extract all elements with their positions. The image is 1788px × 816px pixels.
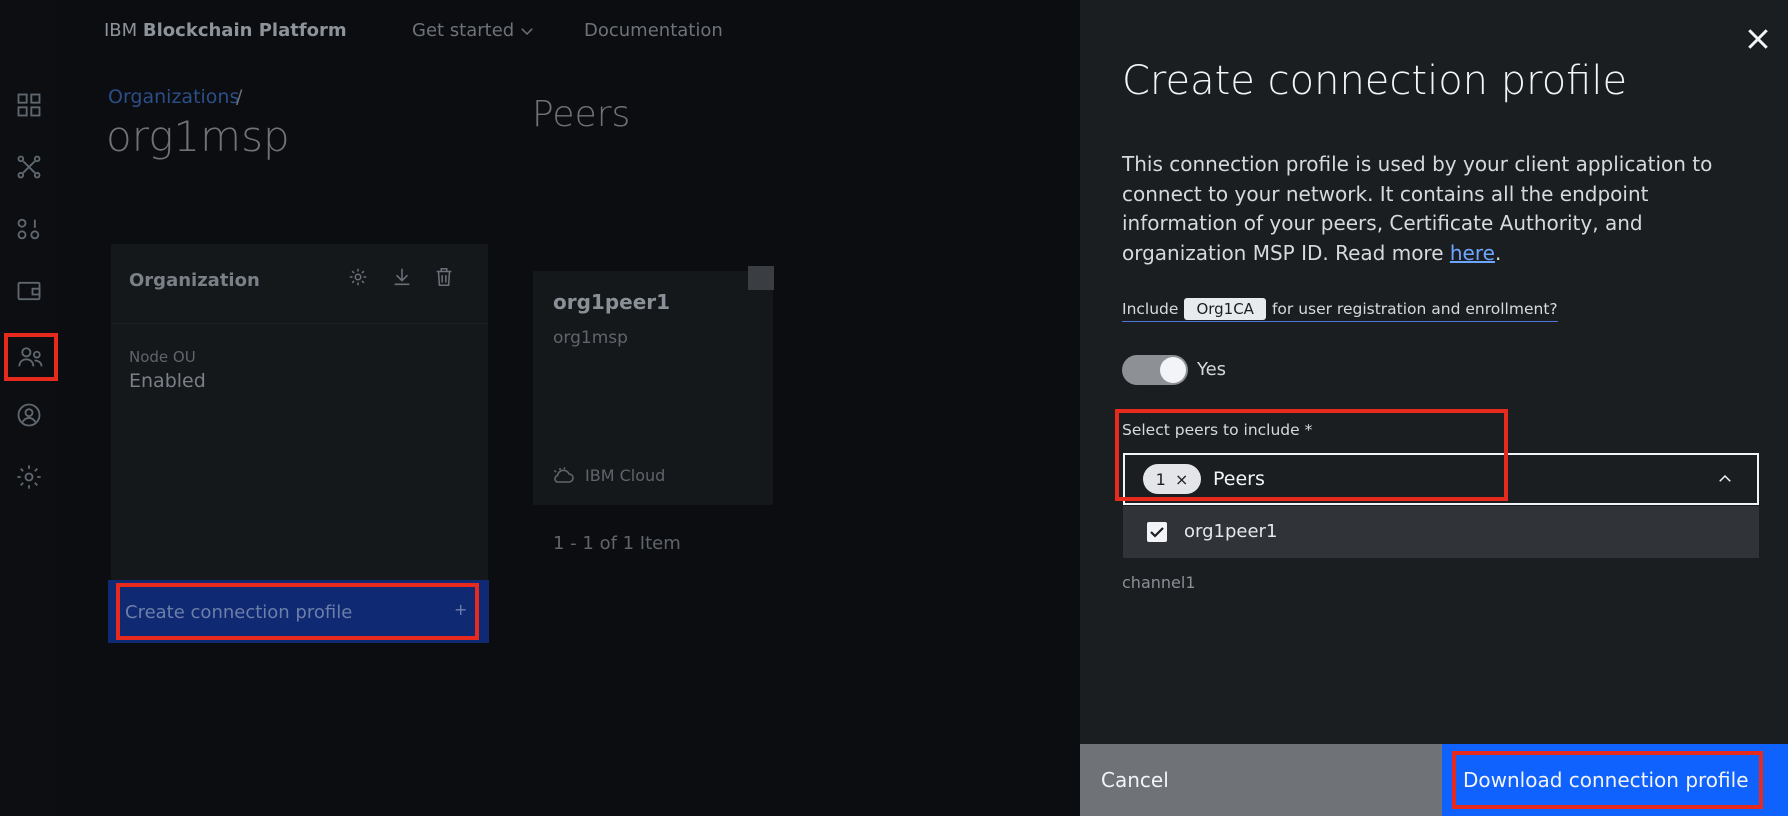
panel-description-end: .: [1494, 240, 1502, 265]
pagination-info: 1 - 1 of 1 Item: [553, 533, 681, 554]
checkbox-checked-icon[interactable]: [1147, 522, 1167, 542]
wallet-icon[interactable]: [10, 272, 48, 310]
organization-card-title: Organization: [129, 270, 260, 291]
binary-icon[interactable]: [10, 210, 48, 248]
read-more-link[interactable]: here: [1450, 241, 1495, 265]
settings-icon[interactable]: [347, 266, 373, 292]
peers-section-title: Peers: [532, 94, 631, 135]
cloud-icon: [551, 464, 575, 488]
trash-icon[interactable]: [433, 266, 459, 292]
toggle-label: Yes: [1197, 359, 1227, 380]
toggle-knob: [1160, 357, 1186, 383]
cancel-button-label: Cancel: [1101, 768, 1169, 792]
users-icon[interactable]: [4, 333, 58, 381]
organization-card: Organization Node OU Enabled: [111, 244, 488, 580]
peer-card-corner-marker: [748, 266, 774, 290]
node-ou-value: Enabled: [129, 370, 206, 392]
app-root: IBM Blockchain Platform Get started Docu…: [0, 0, 1788, 816]
brand-prefix: IBM: [104, 20, 138, 41]
selected-count: 1: [1155, 469, 1166, 489]
page-title: org1msp: [106, 112, 290, 161]
include-ca-tooltip-trigger[interactable]: Include Org1CA for user registration and…: [1122, 296, 1558, 322]
peer-name: org1peer1: [553, 290, 671, 314]
sidebar-rail: [0, 0, 58, 816]
ca-tag: Org1CA: [1184, 297, 1266, 320]
dashboard-grid-icon[interactable]: [10, 86, 48, 124]
user-circle-icon[interactable]: [10, 396, 48, 434]
select-peers-placeholder: Peers: [1213, 468, 1265, 490]
brand-name: Blockchain Platform: [142, 20, 347, 41]
nav-get-started[interactable]: Get started: [412, 20, 514, 41]
top-header: IBM Blockchain Platform Get started Docu…: [56, 0, 1080, 64]
create-connection-profile-label: Create connection profile: [125, 602, 353, 623]
breadcrumb-organizations[interactable]: Organizations: [108, 86, 239, 108]
brand-logo[interactable]: IBM Blockchain Platform: [104, 20, 347, 41]
peer-location: IBM Cloud: [585, 466, 666, 485]
node-ou-label: Node OU: [129, 348, 196, 366]
chevron-up-icon[interactable]: [1716, 470, 1734, 488]
close-icon[interactable]: [1743, 24, 1773, 54]
organization-card-header: Organization: [111, 244, 488, 324]
chevron-down-icon[interactable]: [518, 22, 536, 40]
panel-description: This connection profile is used by your …: [1122, 150, 1762, 268]
channel-name: channel1: [1122, 573, 1196, 592]
breadcrumb-separator: /: [236, 86, 243, 108]
network-nodes-icon[interactable]: [10, 148, 48, 186]
include-prefix: Include: [1122, 299, 1179, 318]
panel-description-text: This connection profile is used by your …: [1122, 152, 1713, 265]
download-button-label: Download connection profile: [1463, 768, 1749, 792]
peer-option-label: org1peer1: [1184, 521, 1278, 542]
panel-title: Create connection profile: [1122, 58, 1628, 104]
download-icon[interactable]: [391, 266, 417, 292]
selected-count-chip[interactable]: 1 ×: [1143, 464, 1201, 494]
include-suffix: for user registration and enrollment?: [1271, 299, 1558, 318]
plus-icon: +: [454, 600, 468, 619]
settings-gear-icon[interactable]: [10, 458, 48, 496]
create-profile-panel: [1080, 0, 1788, 816]
nav-documentation[interactable]: Documentation: [584, 20, 723, 41]
clear-selection-icon[interactable]: ×: [1175, 470, 1188, 489]
peer-org: org1msp: [553, 328, 628, 348]
